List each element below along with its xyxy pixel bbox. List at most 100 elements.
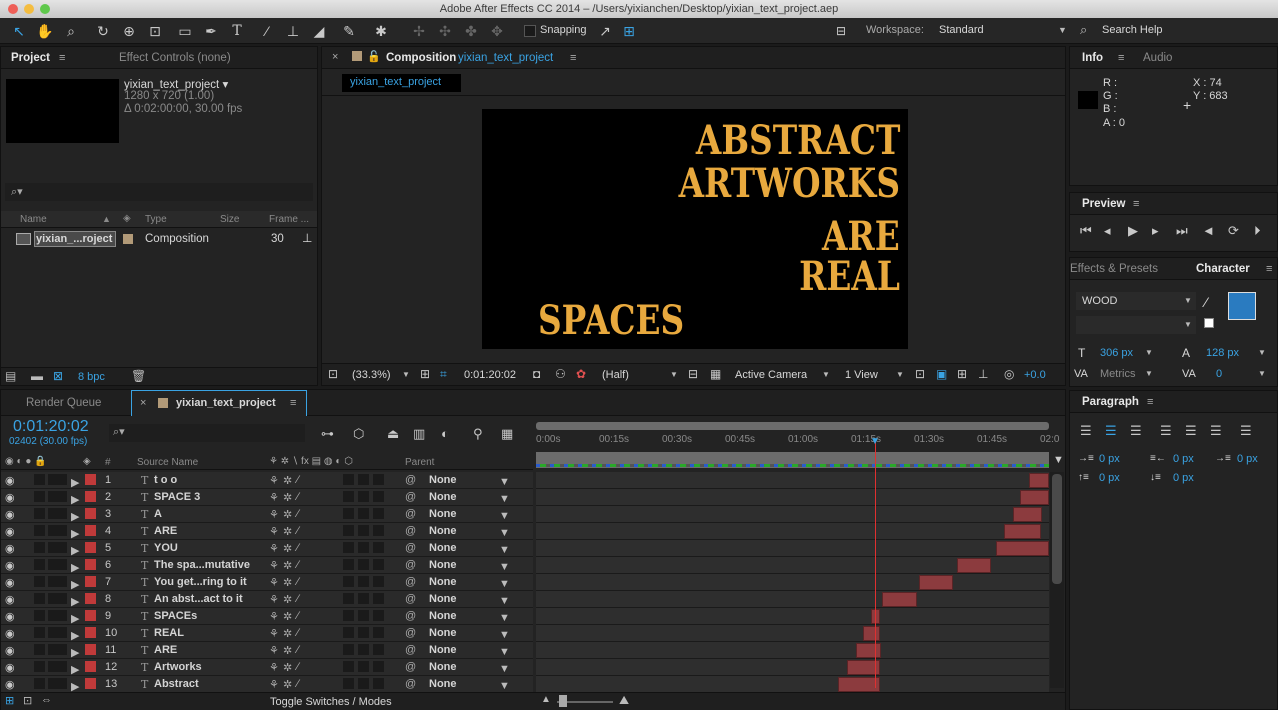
shy-layers-icon[interactable]: ⏏ — [387, 426, 399, 442]
effect-switch[interactable] — [343, 610, 354, 621]
collapse-switch-icon[interactable]: ✲ — [283, 576, 292, 589]
hand-tool-icon[interactable]: ✋ — [36, 22, 54, 40]
pick-whip-icon[interactable]: @ — [405, 610, 416, 622]
time-ruler[interactable]: 0:00s 00:15s 00:30s 00:45s 01:00s 01:15s 01:30… — [536, 432, 1059, 452]
font-style-dropdown-icon[interactable]: ▼ — [1184, 320, 1192, 329]
justify-right-icon[interactable]: ☰ — [1210, 423, 1222, 439]
collapse-switch-icon[interactable]: ✲ — [283, 542, 292, 555]
kerning-value[interactable]: Metrics — [1100, 368, 1135, 380]
cti-handle-icon[interactable]: ▼ — [870, 436, 880, 447]
layer-label-swatch[interactable] — [85, 678, 96, 689]
expand-layer-icon[interactable]: ▶ — [71, 527, 79, 540]
parent-select[interactable]: None — [429, 491, 457, 503]
layer-track[interactable] — [536, 659, 1049, 676]
shy-switch-icon[interactable]: ⚘ — [269, 593, 279, 606]
pick-whip-icon[interactable]: @ — [405, 627, 416, 639]
parent-dropdown-icon[interactable]: ▼ — [499, 578, 510, 590]
collapse-switch-icon[interactable]: ✲ — [283, 678, 292, 691]
close-timeline-tab-icon[interactable]: × — [140, 397, 146, 409]
tab-audio[interactable]: Audio — [1143, 47, 1172, 69]
timeline-icon[interactable]: ⊞ — [957, 367, 967, 381]
layer-name[interactable]: The spa...mutative — [154, 559, 250, 571]
pan-behind-tool-icon[interactable]: ⊡ — [146, 22, 164, 40]
align-right-icon[interactable]: ☰ — [1130, 423, 1142, 439]
solo-toggle[interactable] — [48, 627, 59, 638]
effect-switch[interactable] — [343, 559, 354, 570]
adjustment-switch[interactable] — [373, 576, 384, 587]
motion-blur-switch[interactable] — [358, 474, 369, 485]
collapse-switch-icon[interactable]: ✲ — [283, 474, 292, 487]
parent-select[interactable]: None — [429, 474, 457, 486]
shy-switch-icon[interactable]: ⚘ — [269, 610, 279, 623]
motion-blur-switch[interactable] — [358, 610, 369, 621]
layer-row[interactable]: ◉ ▶ 10 T REAL ⚘ ✲ ∕ @ None ▼ — [1, 625, 533, 642]
lock-toggle[interactable] — [59, 508, 67, 519]
adjustment-switch[interactable] — [373, 593, 384, 604]
expand-layer-icon[interactable]: ▶ — [71, 493, 79, 506]
audio-toggle[interactable] — [34, 508, 45, 519]
tracking-value[interactable]: 0 — [1216, 368, 1222, 380]
parent-select[interactable]: None — [429, 593, 457, 605]
layer-duration-bar[interactable] — [1013, 507, 1042, 522]
col-type[interactable]: Type — [145, 214, 167, 225]
layer-label-swatch[interactable] — [85, 474, 96, 485]
comp-canvas[interactable]: ABSTRACT ARTWORKS ARE REAL SPACES — [482, 109, 908, 349]
selection-tool-icon[interactable]: ↖ — [10, 22, 28, 40]
audio-toggle[interactable] — [34, 644, 45, 655]
parent-select[interactable]: None — [429, 576, 457, 588]
lock-toggle[interactable] — [59, 525, 67, 536]
parent-dropdown-icon[interactable]: ▼ — [499, 612, 510, 624]
expand-layer-icon[interactable]: ▶ — [71, 646, 79, 659]
parent-dropdown-icon[interactable]: ▼ — [499, 544, 510, 556]
pick-whip-icon[interactable]: @ — [405, 593, 416, 605]
exposure-value[interactable]: +0.0 — [1024, 369, 1046, 381]
quality-switch-icon[interactable]: ∕ — [297, 491, 299, 503]
axis-tool-icon-2[interactable]: ✣ — [436, 22, 454, 40]
audio-toggle[interactable] — [34, 593, 45, 604]
rotation-tool-icon[interactable]: ↻ — [94, 22, 112, 40]
audio-toggle[interactable] — [34, 559, 45, 570]
next-frame-icon[interactable]: ▸ — [1152, 223, 1159, 239]
timeline-zoom-handle[interactable] — [559, 695, 567, 707]
show-snapshot-icon[interactable]: ⚇ — [555, 367, 566, 381]
expand-layer-icon[interactable]: ▶ — [71, 578, 79, 591]
effect-switch[interactable] — [343, 525, 354, 536]
lock-toggle[interactable] — [59, 644, 67, 655]
parent-dropdown-icon[interactable]: ▼ — [499, 493, 510, 505]
font-dropdown-icon[interactable]: ▼ — [1184, 296, 1192, 305]
layer-duration-bar[interactable] — [1029, 473, 1049, 488]
work-area-bar[interactable] — [536, 422, 1049, 430]
effect-switch[interactable] — [343, 678, 354, 689]
pick-whip-icon[interactable]: @ — [405, 542, 416, 554]
layer-name[interactable]: Artworks — [154, 661, 202, 673]
quality-switch-icon[interactable]: ∕ — [297, 508, 299, 520]
tab-composition-name[interactable]: yixian_text_project — [458, 47, 553, 69]
brainstorm-icon[interactable]: ⚲ — [473, 426, 483, 442]
layer-label-swatch[interactable] — [85, 508, 96, 519]
puppet-pin-tool-icon[interactable]: ✱ — [372, 22, 390, 40]
collapse-switch-icon[interactable]: ✲ — [283, 559, 292, 572]
layer-track[interactable] — [536, 676, 1049, 693]
effect-switch[interactable] — [343, 474, 354, 485]
parent-dropdown-icon[interactable]: ▼ — [499, 629, 510, 641]
solo-toggle[interactable] — [48, 644, 59, 655]
collapse-switch-icon[interactable]: ✲ — [283, 644, 292, 657]
visibility-eye-icon[interactable]: ◉ — [5, 542, 15, 555]
layer-duration-bar[interactable] — [856, 643, 881, 658]
lock-toggle[interactable] — [59, 559, 67, 570]
workspace-select[interactable]: Standard — [939, 24, 984, 36]
parent-select[interactable]: None — [429, 610, 457, 622]
layer-track[interactable] — [536, 506, 1049, 523]
align-left-icon[interactable]: ☰ — [1080, 423, 1092, 439]
bit-depth-button[interactable]: 8 bpc — [78, 371, 105, 383]
view-layout-select[interactable]: 1 View — [845, 369, 878, 381]
shy-switch-icon[interactable]: ⚘ — [269, 661, 279, 674]
layer-label-swatch[interactable] — [85, 491, 96, 502]
pick-whip-icon[interactable]: @ — [405, 559, 416, 571]
timeline-search-input[interactable]: ⌕▾ — [109, 424, 305, 442]
fill-color-swatch[interactable] — [1228, 292, 1256, 320]
interpret-footage-icon[interactable]: ▤ — [5, 369, 16, 383]
font-style-select[interactable]: ▼ — [1076, 316, 1196, 334]
lock-toggle[interactable] — [59, 661, 67, 672]
expand-layer-icon[interactable]: ▶ — [71, 544, 79, 557]
